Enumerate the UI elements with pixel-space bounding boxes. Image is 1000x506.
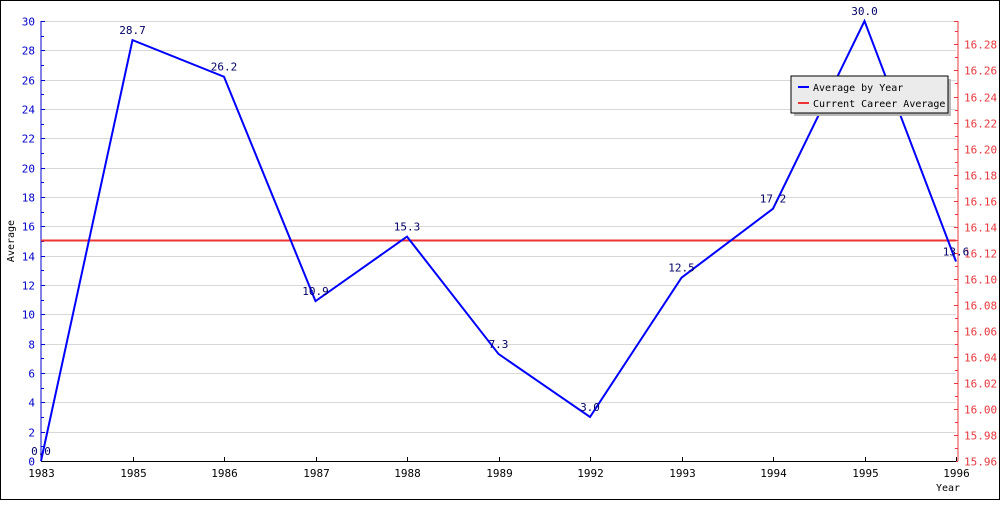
data-label: 12.5: [668, 262, 695, 275]
data-label: 10.9: [302, 285, 329, 298]
x-tick-label: 1989: [486, 467, 513, 480]
legend-label-average-by-year: Average by Year: [813, 83, 903, 94]
left-tick-label: 24: [22, 104, 36, 117]
right-tick-label: 16.14: [964, 222, 997, 235]
data-label: 13.6: [943, 246, 970, 259]
left-tick-label: 26: [22, 75, 35, 88]
x-tick-label: 1988: [394, 467, 421, 480]
right-tick-label: 16.18: [964, 170, 997, 183]
left-tick-label: 14: [22, 251, 36, 264]
y-axis-label: Average: [6, 220, 17, 262]
left-axis: 024681012141618202224262830: [22, 16, 45, 469]
left-tick-label: 6: [28, 368, 35, 381]
legend-label-career-average: Current Career Average: [813, 99, 945, 110]
data-label: 3.0: [580, 401, 600, 414]
data-label: 28.7: [119, 24, 146, 37]
left-tick-label: 10: [22, 309, 35, 322]
left-tick-label: 16: [22, 221, 35, 234]
left-tick-label: 28: [22, 45, 35, 58]
x-tick-label: 1992: [577, 467, 604, 480]
left-tick-label: 30: [22, 16, 35, 29]
right-tick-label: 16.24: [964, 92, 997, 105]
right-tick-label: 16.22: [964, 118, 997, 131]
left-tick-label: 2: [28, 427, 35, 440]
right-tick-label: 16.06: [964, 326, 997, 339]
right-tick-label: 16.02: [964, 378, 997, 391]
left-tick-label: 18: [22, 192, 35, 205]
left-tick-label: 8: [28, 339, 35, 352]
data-labels: 0.0 28.7 26.2 10.9 15.3 7.3 3.0 12.5 17.2 30.0 13.…: [31, 5, 969, 461]
legend: Average by Year Current Career Average: [791, 76, 951, 116]
line-chart: 024681012141618202224262830 15.9615.9816…: [1, 1, 1000, 501]
x-axis-label: Year: [936, 483, 960, 494]
right-tick-label: 16.16: [964, 196, 997, 209]
right-tick-label: 16.26: [964, 65, 997, 78]
x-tick-label: 1987: [303, 467, 330, 480]
x-tick-label: 1996: [943, 467, 970, 480]
x-tick-label: 1994: [760, 467, 787, 480]
right-tick-label: 16.08: [964, 300, 997, 313]
right-tick-label: 16.20: [964, 144, 997, 157]
chart-frame: 024681012141618202224262830 15.9615.9816…: [0, 0, 1000, 500]
right-tick-label: 16.28: [964, 39, 997, 52]
left-tick-label: 22: [22, 133, 35, 146]
x-tick-label: 1983: [28, 467, 55, 480]
x-tick-label: 1986: [211, 467, 238, 480]
left-tick-label: 20: [22, 163, 35, 176]
data-label: 7.3: [489, 338, 509, 351]
x-tick-label: 1995: [852, 467, 879, 480]
right-tick-label: 16.00: [964, 404, 997, 417]
left-tick-label: 4: [28, 397, 35, 410]
left-tick-label: 12: [22, 280, 35, 293]
right-tick-label: 15.98: [964, 430, 997, 443]
data-label: 30.0: [851, 5, 878, 18]
data-label: 0.0: [31, 445, 51, 458]
right-tick-label: 16.10: [964, 274, 997, 287]
data-label: 15.3: [394, 221, 421, 234]
right-tick-label: 16.04: [964, 352, 997, 365]
x-tick-label: 1993: [669, 467, 696, 480]
x-tick-label: 1985: [120, 467, 147, 480]
x-axis: 1983 1985 1986 1987 1988 1989 1992 1993 1994 1995…: [28, 457, 970, 480]
data-label: 17.2: [760, 193, 787, 206]
data-label: 26.2: [211, 61, 238, 74]
